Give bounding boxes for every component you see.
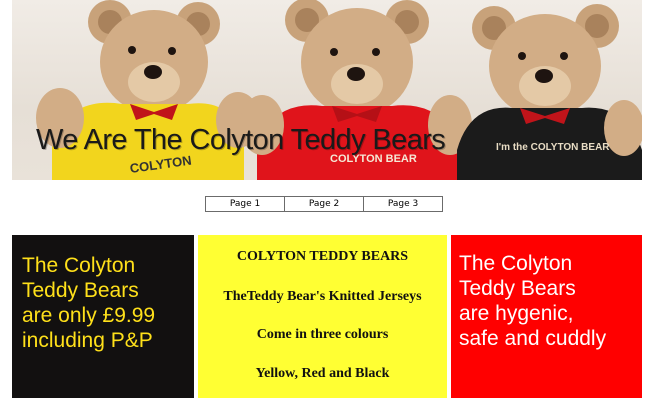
header-banner: COLYTON COLYTON BEAR I'm the COLYTON BEA… bbox=[12, 0, 642, 180]
safety-panel: The Colyton Teddy Bears are hygenic, saf… bbox=[451, 235, 642, 398]
bear-black: I'm the COLYTON BEAR bbox=[457, 4, 642, 180]
nav-page-3[interactable]: Page 3 bbox=[364, 197, 442, 211]
price-line: are only £9.99 bbox=[22, 304, 156, 327]
safety-line: are hygenic, bbox=[459, 302, 574, 325]
page-title: We Are The Colyton Teddy Bears bbox=[36, 124, 446, 156]
price-line: Teddy Bears bbox=[22, 279, 139, 302]
info-line: Come in three colours bbox=[256, 327, 389, 342]
price-panel-text: The Colyton Teddy Bears are only £9.99 i… bbox=[22, 253, 155, 353]
price-line: The Colyton bbox=[22, 254, 136, 277]
info-panel: COLYTON TEDDY BEARS TheTeddy Bear's Knit… bbox=[198, 235, 447, 398]
safety-line: The Colyton bbox=[459, 252, 573, 275]
safety-line: Teddy Bears bbox=[459, 277, 576, 300]
info-line: TheTeddy Bear's Knitted Jerseys bbox=[223, 289, 422, 304]
price-panel: The Colyton Teddy Bears are only £9.99 i… bbox=[12, 235, 194, 398]
price-line: including P&P bbox=[22, 329, 153, 352]
nav-page-1[interactable]: Page 1 bbox=[206, 197, 285, 211]
safety-panel-text: The Colyton Teddy Bears are hygenic, saf… bbox=[459, 251, 606, 351]
page-nav: Page 1 Page 2 Page 3 bbox=[205, 196, 443, 212]
nav-page-2[interactable]: Page 2 bbox=[285, 197, 364, 211]
info-line: Yellow, Red and Black bbox=[255, 366, 390, 381]
safety-line: safe and cuddly bbox=[459, 327, 607, 350]
shirt-text-black: I'm the COLYTON BEAR bbox=[496, 142, 610, 153]
info-heading: COLYTON TEDDY BEARS bbox=[236, 249, 409, 264]
